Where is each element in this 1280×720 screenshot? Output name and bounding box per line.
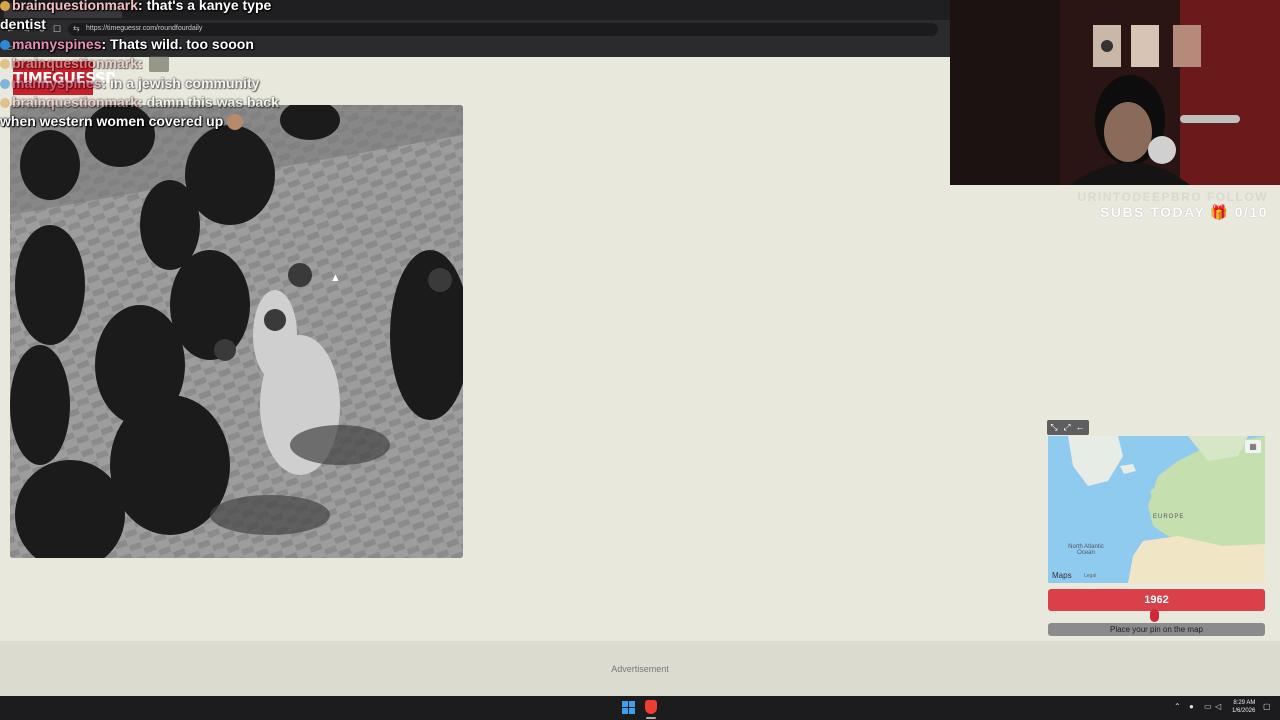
year-slider-handle[interactable] (1149, 609, 1159, 622)
shrink-map-icon[interactable]: ⤢ (1061, 421, 1073, 433)
chat-message: brainquestionmark: that's a kanye type (0, 0, 271, 13)
taskbar-clock[interactable]: 8:29 AM 1/6/2026 (1232, 699, 1255, 715)
crown-badge-icon (0, 1, 10, 12)
chat-message: mannyspines: in a jewish community (0, 75, 259, 91)
url-text: https://timeguessr.com/roundfourdaily (86, 25, 203, 32)
map-layers-icon[interactable]: ▦ (1245, 440, 1261, 453)
clock-date: 1/6/2026 (1232, 708, 1256, 714)
webcam-image (950, 0, 1280, 185)
brave-browser-icon[interactable] (645, 700, 657, 714)
emote-icon (148, 56, 169, 73)
volume-icon[interactable]: ◁ (1215, 702, 1221, 711)
chat-message: dentist (0, 16, 46, 32)
taskbar: ⌃ ● ▭ ◁ 8:29 AM 1/6/2026 ▢ (0, 696, 1280, 720)
map-tools: ⤡ ⤢ ← (1047, 420, 1089, 435)
chat-message: mannyspines: Thats wild. too sooon (0, 36, 254, 52)
network-icon[interactable]: ▭ (1204, 702, 1212, 711)
notifications-icon[interactable]: ▢ (1263, 702, 1271, 711)
subs-goal-label: SUBS TODAY 🎁 0/10 (1100, 204, 1268, 220)
diamond-badge-icon (0, 79, 10, 90)
map-legal-link[interactable]: Legal (1084, 573, 1096, 579)
expand-map-icon[interactable]: ⤡ (1048, 421, 1060, 433)
crown-badge-icon (0, 98, 10, 109)
mouse-cursor-icon: ▲ (330, 272, 341, 284)
emote-icon (227, 114, 244, 131)
guess-map[interactable]: EUROPE North Atlantic Ocean ▦ Maps Legal (1048, 436, 1265, 583)
tray-overflow-icon[interactable]: ⌃ (1174, 702, 1181, 711)
url-field[interactable]: ⇆ https://timeguessr.com/roundfourdaily (68, 23, 938, 36)
map-label-europe: EUROPE (1153, 514, 1185, 520)
active-app-indicator (646, 717, 656, 719)
place-pin-button[interactable]: Place your pin on the map (1048, 623, 1265, 636)
map-image (1048, 436, 1265, 583)
pin-map-icon[interactable]: ← (1074, 421, 1086, 433)
microphone-icon[interactable]: ● (1189, 702, 1194, 711)
clock-time: 8:29 AM (1233, 700, 1256, 706)
site-info-icon[interactable]: ⇆ (73, 24, 80, 33)
map-label-ocean: North Atlantic Ocean (1068, 544, 1104, 556)
apple-maps-logo: Maps (1052, 571, 1072, 580)
year-display: 1962 (1048, 589, 1265, 611)
round-photo (10, 105, 463, 558)
chat-message: brainquestionmark: damn this was back (0, 94, 279, 110)
chat-message: when western women covered up (0, 113, 245, 131)
follow-label: URINTODEEPBRO FOLLOW (1077, 190, 1268, 204)
chat-message: brainquestionmark: (0, 55, 171, 73)
crowd-photo-image (10, 105, 463, 558)
bookmark-icon[interactable]: ☐ (53, 24, 61, 35)
advertisement-label: Advertisement (611, 664, 669, 674)
windows-start-icon[interactable] (622, 701, 635, 714)
crown-badge-icon (0, 59, 10, 70)
webcam-feed (950, 0, 1280, 185)
advertisement-area: Advertisement (0, 641, 1280, 696)
diamond-badge-icon (0, 40, 10, 51)
